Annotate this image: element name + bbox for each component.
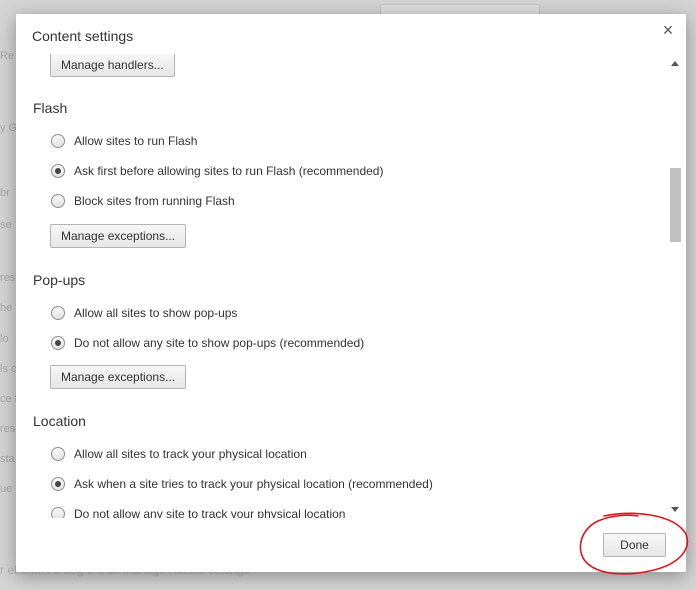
- radio-label: Allow sites to run Flash: [74, 134, 198, 148]
- radio-button[interactable]: [51, 507, 65, 518]
- background-text: y G: [0, 122, 18, 134]
- location-section-title: Location: [33, 413, 86, 429]
- background-text: he: [0, 302, 13, 314]
- radio-label: Ask first before allowing sites to run F…: [74, 164, 384, 178]
- location-block-option[interactable]: Do not allow any site to track your phys…: [51, 505, 345, 518]
- background-text: ue: [0, 483, 13, 495]
- background-text: ls c: [0, 363, 17, 375]
- background-text: res: [0, 423, 16, 435]
- manage-handlers-button[interactable]: Manage handlers...: [50, 54, 175, 77]
- background-text: res: [0, 272, 16, 284]
- radio-button[interactable]: [51, 194, 65, 208]
- popups-allow-option[interactable]: Allow all sites to show pop-ups: [51, 304, 237, 322]
- location-ask-option[interactable]: Ask when a site tries to track your phys…: [51, 475, 433, 493]
- close-icon[interactable]: ×: [660, 21, 676, 39]
- radio-button-selected[interactable]: [51, 477, 65, 491]
- radio-button[interactable]: [51, 306, 65, 320]
- radio-button-selected[interactable]: [51, 336, 65, 350]
- popups-manage-exceptions-button[interactable]: Manage exceptions...: [50, 365, 187, 389]
- radio-label: Do not allow any site to show pop-ups (r…: [74, 336, 365, 350]
- background-text: se: [0, 219, 12, 231]
- scroll-up-arrow-icon[interactable]: [671, 61, 679, 66]
- radio-label: Allow all sites to track your physical l…: [74, 447, 307, 461]
- background-text: sta: [0, 453, 15, 465]
- done-button[interactable]: Done: [603, 533, 666, 557]
- background-text: Re: [0, 50, 15, 62]
- radio-label: Ask when a site tries to track your phys…: [74, 477, 433, 491]
- popups-section-title: Pop-ups: [33, 272, 86, 288]
- flash-block-option[interactable]: Block sites from running Flash: [51, 192, 235, 210]
- radio-button[interactable]: [51, 447, 65, 461]
- scroll-down-arrow-icon[interactable]: [671, 507, 679, 512]
- settings-scroll-area[interactable]: Manage handlers... Flash Allow sites to …: [16, 54, 668, 518]
- scrollbar-thumb[interactable]: [670, 168, 681, 242]
- content-settings-dialog: Content settings × Manage handlers... Fl…: [16, 14, 686, 572]
- flash-ask-option[interactable]: Ask first before allowing sites to run F…: [51, 162, 383, 180]
- location-allow-option[interactable]: Allow all sites to track your physical l…: [51, 445, 307, 463]
- flash-section-title: Flash: [33, 100, 68, 116]
- flash-manage-exceptions-button[interactable]: Manage exceptions...: [50, 224, 187, 248]
- vertical-scrollbar[interactable]: [668, 54, 683, 518]
- radio-label: Allow all sites to show pop-ups: [74, 306, 238, 320]
- radio-button-selected[interactable]: [51, 164, 65, 178]
- background-text: lo: [0, 333, 9, 345]
- radio-label: Do not allow any site to track your phys…: [74, 507, 346, 518]
- radio-label: Block sites from running Flash: [74, 194, 235, 208]
- dialog-title: Content settings: [32, 28, 134, 44]
- flash-allow-option[interactable]: Allow sites to run Flash: [51, 132, 197, 150]
- background-text: br: [0, 187, 10, 199]
- radio-button[interactable]: [51, 134, 65, 148]
- popups-block-option[interactable]: Do not allow any site to show pop-ups (r…: [51, 334, 364, 352]
